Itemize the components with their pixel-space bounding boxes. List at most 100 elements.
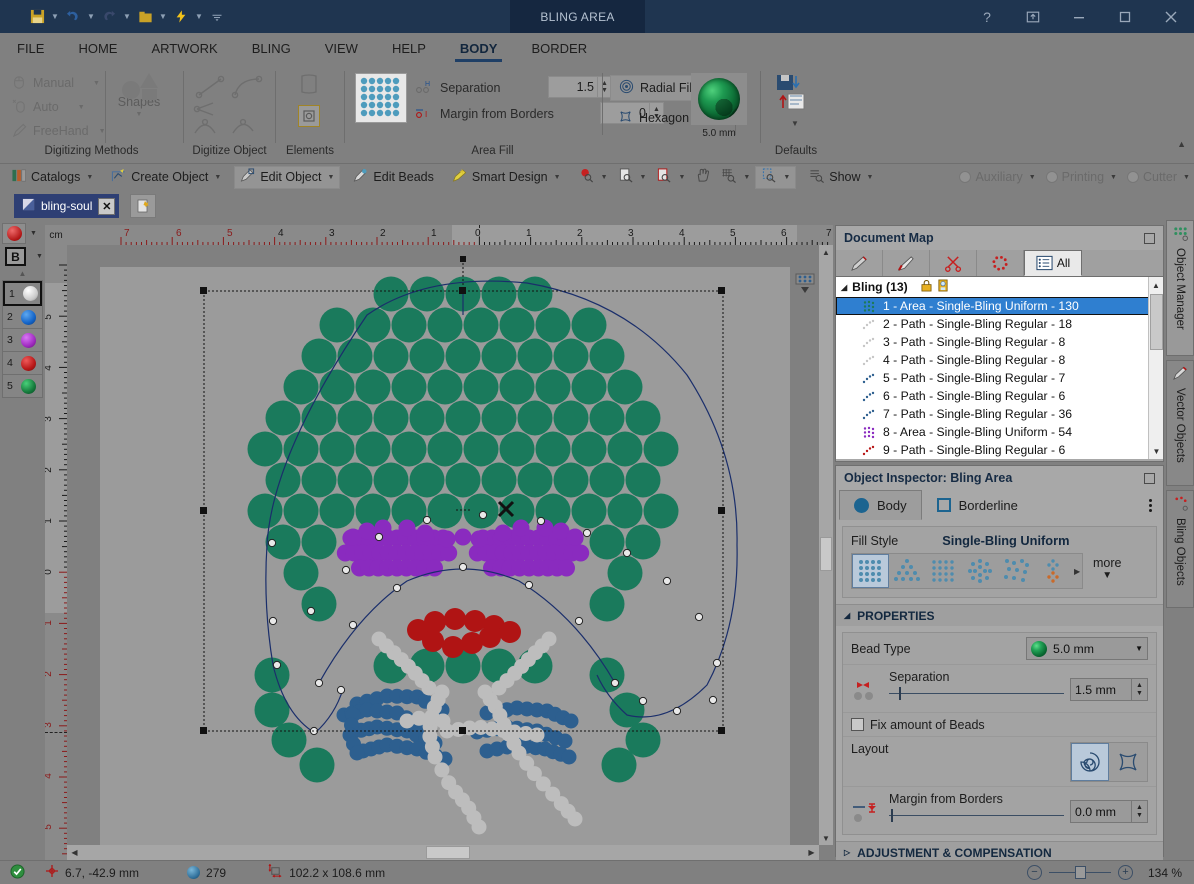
fill-style-more-button[interactable]: more ▼ — [1093, 556, 1121, 581]
pan-hand-button[interactable] — [690, 166, 716, 189]
zoom-page-dropdown-icon[interactable]: ▼ — [640, 174, 647, 181]
maximize-button[interactable] — [1102, 0, 1148, 33]
auto-dropdown-icon[interactable]: ▼ — [78, 104, 85, 111]
area-fill-preview[interactable] — [355, 73, 407, 123]
design-canvas[interactable] — [67, 245, 819, 845]
palette-row-5[interactable]: 5 — [3, 375, 42, 398]
zoom-selection-dropdown-icon[interactable]: ▼ — [678, 174, 685, 181]
document-map-float-icon[interactable] — [1144, 232, 1155, 244]
palette-mode-button[interactable]: B — [5, 247, 26, 266]
bead-gem-preview[interactable] — [691, 73, 747, 125]
ribbon-tab-file[interactable]: FILE — [0, 33, 61, 63]
dm-scroll-up-icon[interactable]: ▲ — [1149, 277, 1163, 293]
palette-row-2[interactable]: 2 — [3, 306, 42, 329]
cutter-dropdown-icon[interactable]: ▼ — [1183, 174, 1190, 181]
palette-row-1[interactable]: 1 — [3, 281, 42, 306]
dm-tab-scissors[interactable] — [930, 250, 977, 276]
ribbon-tab-border[interactable]: BORDER — [514, 33, 604, 63]
palette-mode-dropdown-icon[interactable]: ▼ — [36, 253, 43, 260]
scroll-up-icon[interactable]: ▲ — [819, 245, 833, 259]
defaults-save-load-icon[interactable] — [775, 72, 817, 115]
bead-type-dropdown-icon[interactable]: ▼ — [1135, 644, 1143, 653]
elements-fill-icon[interactable] — [298, 105, 320, 127]
customize-icon[interactable] — [206, 5, 228, 29]
document-map-item-9[interactable]: 9 - Path - Single-Bling Regular - 6 — [836, 441, 1163, 459]
show-dropdown-icon[interactable]: ▼ — [867, 174, 874, 181]
dm-scroll-down-icon[interactable]: ▼ — [1149, 443, 1163, 459]
vscroll-thumb[interactable] — [820, 537, 832, 571]
printing-toggle[interactable]: Printing ▼ — [1041, 166, 1122, 189]
fill-style-option-diamond[interactable] — [1035, 554, 1072, 588]
ribbon-tab-help[interactable]: HELP — [375, 33, 443, 63]
object-inspector-float-icon[interactable] — [1144, 472, 1155, 484]
zoom-slider[interactable] — [1048, 866, 1111, 879]
ribbon-tab-body[interactable]: BODY — [443, 33, 515, 63]
bead-type-combo[interactable]: 5.0 mm ▼ — [1026, 637, 1148, 660]
minimize-button[interactable] — [1056, 0, 1102, 33]
zoom-window-dropdown-icon[interactable]: ▼ — [783, 174, 790, 181]
document-map-item-8[interactable]: 8 - Area - Single-Bling Uniform - 54 — [836, 423, 1163, 441]
dm-tab-pencil[interactable] — [836, 250, 883, 276]
canvas-horizontal-scrollbar[interactable]: ◀ ▶ — [67, 845, 819, 860]
expand-arrow-icon[interactable]: ◢ — [841, 283, 847, 292]
ruler-unit-label[interactable]: cm — [45, 225, 67, 245]
document-tab-bling-soul[interactable]: bling-soul ✕ — [14, 194, 120, 218]
layout-hexagon-button[interactable] — [1109, 743, 1147, 781]
quick-action-icon[interactable] — [170, 5, 192, 29]
create-object-button[interactable]: Create Object ▼ — [106, 166, 226, 189]
document-map-item-4[interactable]: 4 - Path - Single-Bling Regular - 8 — [836, 351, 1163, 369]
object-inspector-menu-icon[interactable] — [1143, 494, 1157, 516]
freehand-button[interactable]: FreeHand ▼ — [12, 119, 106, 143]
auxiliary-dropdown-icon[interactable]: ▼ — [1029, 174, 1036, 181]
tab-borderline[interactable]: Borderline — [922, 490, 1033, 520]
zoom-page-button[interactable]: ▼ — [613, 166, 652, 189]
close-button[interactable] — [1148, 0, 1194, 33]
canvas-vertical-scrollbar[interactable]: ▲ ▼ — [819, 245, 833, 845]
current-color-swatch[interactable] — [2, 223, 26, 244]
document-map-root-node[interactable]: ◢ Bling (13) — [836, 277, 1163, 297]
smart-design-dropdown-icon[interactable]: ▼ — [554, 174, 561, 181]
edit-object-dropdown-icon[interactable]: ▼ — [327, 174, 334, 181]
create-object-dropdown-icon[interactable]: ▼ — [214, 174, 221, 181]
auto-button[interactable]: Auto ▼ — [12, 95, 106, 119]
document-map-item-2[interactable]: 2 - Path - Single-Bling Regular - 18 — [836, 315, 1163, 333]
margin-property-spinner[interactable]: ▲ ▼ — [1132, 800, 1148, 823]
scroll-right-icon[interactable]: ▶ — [804, 845, 819, 860]
shapes-dropdown-icon[interactable]: ▼ — [136, 111, 143, 118]
dm-tab-brush[interactable] — [883, 250, 930, 276]
vtab-vector-objects[interactable]: Vector Objects — [1166, 360, 1194, 486]
ribbon-tab-home[interactable]: HOME — [61, 33, 134, 63]
vtab-object-manager[interactable]: Object Manager — [1166, 220, 1194, 356]
fill-style-option-grid[interactable] — [925, 554, 962, 588]
document-map-item-1[interactable]: 1 - Area - Single-Bling Uniform - 130 — [836, 297, 1163, 315]
vertical-ruler[interactable]: 5 4 3 2 1 0 1 2 3 4 5 — [45, 245, 67, 860]
ribbon-collapse-icon[interactable]: ▲ — [1177, 139, 1186, 149]
dm-tab-bling[interactable] — [977, 250, 1024, 276]
dm-scroll-thumb[interactable] — [1150, 294, 1163, 350]
hscroll-thumb[interactable] — [426, 846, 470, 859]
fill-style-option-random[interactable] — [999, 554, 1036, 588]
artwork-svg[interactable] — [67, 245, 819, 845]
fill-style-more-arrow-icon[interactable]: ▶ — [1072, 567, 1082, 576]
separation-slider[interactable] — [889, 687, 1070, 700]
palette-row-4[interactable]: 4 — [3, 352, 42, 375]
edit-beads-button[interactable]: Edit Beads — [348, 166, 438, 189]
undo-dropdown-icon[interactable]: ▼ — [84, 5, 98, 29]
manual-dropdown-icon[interactable]: ▼ — [93, 80, 100, 87]
horizontal-ruler[interactable]: 7 6 5 4 3 2 1 0 1 2 3 4 5 6 7 — [45, 225, 833, 245]
undo-icon[interactable] — [62, 5, 84, 29]
elements-outline-icon[interactable] — [298, 73, 320, 98]
document-map-item-6[interactable]: 6 - Path - Single-Bling Regular - 6 — [836, 387, 1163, 405]
grid-zoom-button[interactable]: ▼ — [716, 166, 755, 189]
quick-action-dropdown-icon[interactable]: ▼ — [192, 5, 206, 29]
separation-value-field[interactable]: 1.5 — [548, 76, 598, 98]
document-map-item-3[interactable]: 3 - Path - Single-Bling Regular - 8 — [836, 333, 1163, 351]
fill-style-option-triangle[interactable] — [889, 554, 926, 588]
zoom-slider-thumb[interactable] — [1074, 866, 1086, 879]
radial-fill-button[interactable]: Radial Fill — [610, 75, 704, 101]
palette-row-3[interactable]: 3 — [3, 329, 42, 352]
zoom-out-button[interactable]: − — [1026, 865, 1042, 880]
zoom-red-dropdown-icon[interactable]: ▼ — [601, 174, 608, 181]
hexagon-button[interactable]: Hexagon — [610, 105, 704, 131]
vtab-bling-objects[interactable]: Bling Objects — [1166, 490, 1194, 608]
